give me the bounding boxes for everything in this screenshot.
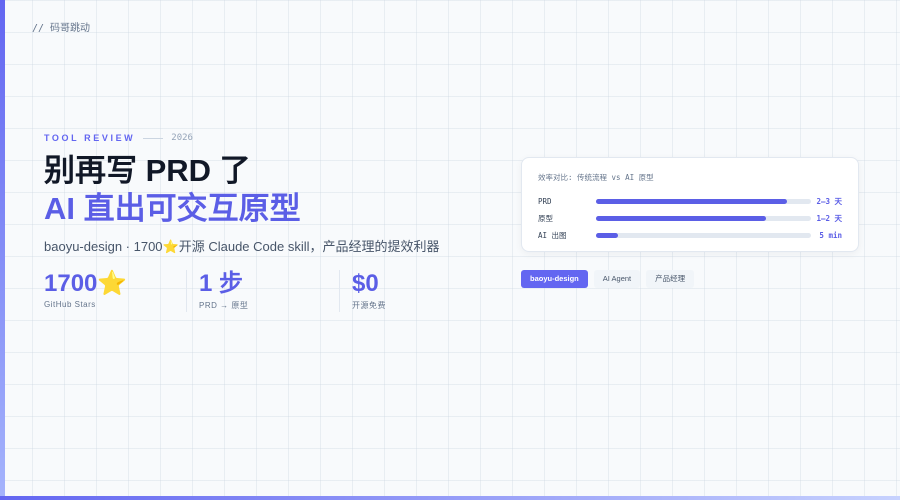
eyebrow-year: 2026 [171,133,193,143]
stat-value: 1 步 [199,270,244,297]
stat-label: GitHub Stars [44,300,96,309]
bar-label: AI 出图 [538,231,567,240]
bar-label: PRD [538,197,552,206]
comparison-row-prototype: 原型 1–2 天 [538,210,842,227]
headline-line-2: AI 直出可交互原型 [44,191,301,226]
stat-divider [186,270,187,312]
bar-track [596,233,811,238]
stat-stars: 1700⭐ GitHub Stars [44,270,174,312]
bar-value: 1–2 天 [816,214,842,223]
stat-value: 1700⭐ [44,270,128,297]
tag-baoyu-design[interactable]: baoyu-design [521,270,588,288]
comparison-row-ai: AI 出图 5 min [538,227,842,244]
bar-value: 2–3 天 [816,197,842,206]
comparison-title: 效率对比: 传统流程 vs AI 原型 [538,173,654,182]
comparison-card: 效率对比: 传统流程 vs AI 原型 PRD 2–3 天 原型 1–2 天 A… [521,157,859,252]
headline-line-1: 别再写 PRD 了 [44,153,251,188]
eyebrow-label: TOOL REVIEW [44,133,136,143]
eyebrow-divider [143,137,164,139]
stat-cost: $0 开源免费 [352,270,452,312]
comparison-row-prd: PRD 2–3 天 [538,193,842,210]
bar-fill [596,233,618,238]
bar-fill [596,216,766,221]
tag-ai-agent[interactable]: AI Agent [593,270,641,288]
stat-label: 开源免费 [352,301,386,310]
stats-row: 1700⭐ GitHub Stars 1 步 PRD → 原型 $0 开源免费 [44,270,452,312]
bar-track [596,199,811,204]
stat-value: $0 [352,270,379,297]
stat-label: PRD → 原型 [199,301,249,310]
bar-value: 5 min [819,231,842,240]
bottom-accent-bar [0,496,900,500]
bar-track [596,216,811,221]
tag-product-manager[interactable]: 产品经理 [646,270,695,288]
bar-fill [596,199,788,204]
subtitle: baoyu-design · 1700⭐开源 Claude Code skill… [44,239,440,254]
eyebrow: TOOL REVIEW 2026 [44,133,193,143]
brand-label: // 码哥跳动 [32,23,91,34]
tag-list: baoyu-design AI Agent 产品经理 [521,270,700,288]
left-accent-bar [0,0,5,500]
bar-label: 原型 [538,214,553,223]
stat-divider [339,270,340,312]
stat-steps: 1 步 PRD → 原型 [199,270,327,312]
